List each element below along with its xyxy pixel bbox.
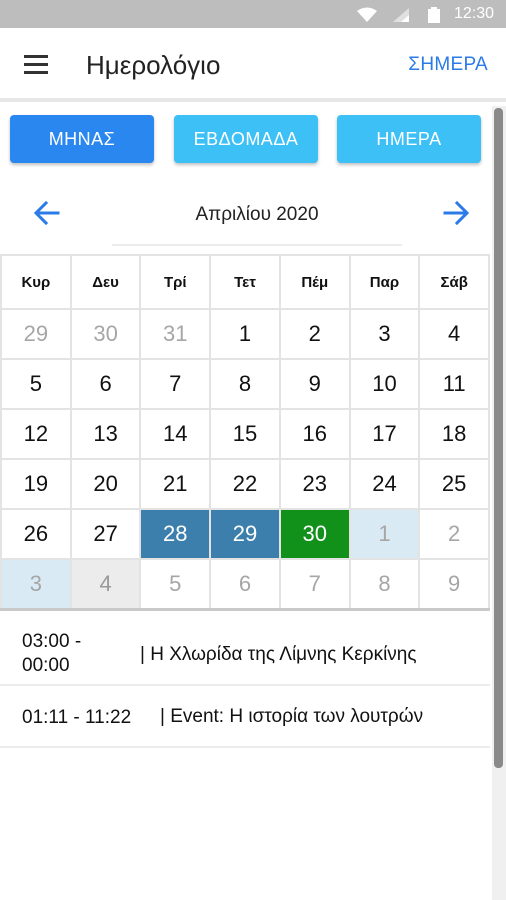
day-cell[interactable]: 31 [141, 310, 212, 360]
weekday-label: Δευ [71, 256, 142, 310]
day-cell[interactable]: 30 [71, 310, 142, 360]
day-cell[interactable]: 8 [211, 360, 281, 410]
day-cell[interactable]: 24 [350, 460, 421, 510]
month-view-button[interactable]: ΜΗΝΑΣ [10, 115, 154, 163]
week-row: 26 27 28 29 30 1 2 [2, 510, 491, 560]
day-cell[interactable]: 17 [350, 410, 421, 460]
signal-icon [393, 8, 409, 22]
day-cell[interactable]: 3 [2, 560, 72, 610]
event-item[interactable]: 01:11 - 11:22 | Event: Η ιστορία των λου… [0, 686, 490, 748]
weekday-label: Τρί [141, 256, 212, 310]
week-row: 12 13 14 15 16 17 18 [2, 410, 491, 460]
status-bar: 12:30 [0, 0, 506, 28]
month-label: Απριλίου 2020 [195, 204, 319, 225]
menu-icon[interactable] [22, 53, 52, 77]
event-time: 01:11 - 11:22 [22, 707, 132, 728]
weekday-label: Σάβ [420, 256, 491, 310]
day-cell[interactable]: 7 [280, 560, 351, 610]
day-view-button[interactable]: ΗΜΕΡΑ [337, 115, 481, 163]
arrow-right-icon[interactable] [441, 198, 471, 228]
weekday-label: Παρ [350, 256, 421, 310]
scrollbar[interactable] [492, 106, 506, 900]
week-row: 19 20 21 22 23 24 25 [2, 460, 491, 510]
week-row: 29 30 31 1 2 3 4 [2, 310, 491, 360]
battery-icon [428, 7, 440, 23]
weekday-label: Κυρ [2, 256, 72, 310]
day-cell[interactable]: 2 [420, 510, 491, 560]
day-cell[interactable]: 1 [211, 310, 281, 360]
day-cell[interactable]: 9 [420, 560, 491, 610]
event-time: 03:00 - 00:00 [22, 631, 82, 676]
day-cell[interactable]: 4 [420, 310, 491, 360]
month-navigation: Απριλίου 2020 [0, 190, 492, 248]
scrollbar-thumb[interactable] [494, 108, 503, 768]
day-cell[interactable]: 23 [280, 460, 351, 510]
day-cell[interactable]: 1 [350, 510, 421, 560]
clock: 12:30 [453, 5, 494, 22]
day-cell[interactable]: 2 [280, 310, 351, 360]
calendar-grid: Κυρ Δευ Τρί Τετ Πέμ Παρ Σάβ 29 30 31 1 2… [0, 254, 491, 610]
week-view-button[interactable]: ΕΒΔΟΜΑΔΑ [174, 115, 318, 163]
day-cell[interactable]: 14 [141, 410, 212, 460]
page-title: Ημερολόγιο [86, 50, 221, 80]
day-cell[interactable]: 27 [71, 510, 142, 560]
weekday-header: Κυρ Δευ Τρί Τετ Πέμ Παρ Σάβ [2, 256, 491, 310]
day-cell[interactable]: 8 [350, 560, 421, 610]
day-cell[interactable]: 9 [280, 360, 351, 410]
day-cell[interactable]: 19 [2, 460, 72, 510]
app-bar: Ημερολόγιο ΣΗΜΕΡΑ [0, 28, 506, 102]
week-row: 3 4 5 6 7 8 9 [2, 560, 491, 610]
day-cell[interactable]: 15 [211, 410, 281, 460]
day-cell[interactable]: 6 [71, 360, 142, 410]
event-title: | Η Χλωρίδα της Λίμνης Κερκίνης [140, 644, 417, 665]
day-cell-selected[interactable]: 29 [211, 510, 281, 560]
calendar-divider [0, 608, 490, 611]
day-cell[interactable]: 16 [280, 410, 351, 460]
arrow-left-icon[interactable] [32, 198, 62, 228]
day-cell[interactable]: 12 [2, 410, 72, 460]
day-cell-today[interactable]: 30 [280, 510, 351, 560]
day-cell[interactable]: 21 [141, 460, 212, 510]
week-row: 5 6 7 8 9 10 11 [2, 360, 491, 410]
day-cell[interactable]: 10 [350, 360, 421, 410]
day-cell[interactable]: 4 [71, 560, 142, 610]
day-cell[interactable]: 5 [2, 360, 72, 410]
day-cell-selected[interactable]: 28 [141, 510, 212, 560]
day-cell[interactable]: 7 [141, 360, 212, 410]
day-cell[interactable]: 26 [2, 510, 72, 560]
day-cell[interactable]: 3 [350, 310, 421, 360]
event-list: 03:00 - 00:00 | Η Χλωρίδα της Λίμνης Κερ… [0, 618, 490, 748]
day-cell[interactable]: 25 [420, 460, 491, 510]
weekday-label: Τετ [211, 256, 281, 310]
today-button[interactable]: ΣΗΜΕΡΑ [408, 54, 488, 76]
day-cell[interactable]: 13 [71, 410, 142, 460]
view-switcher: ΜΗΝΑΣ ΕΒΔΟΜΑΔΑ ΗΜΕΡΑ [0, 115, 492, 165]
event-title: | Event: Η ιστορία των λουτρών [160, 706, 424, 727]
day-cell[interactable]: 29 [2, 310, 72, 360]
day-cell[interactable]: 5 [141, 560, 212, 610]
event-item[interactable]: 03:00 - 00:00 | Η Χλωρίδα της Λίμνης Κερ… [0, 618, 490, 686]
weekday-label: Πέμ [280, 256, 351, 310]
day-cell[interactable]: 20 [71, 460, 142, 510]
month-divider [112, 244, 402, 246]
day-cell[interactable]: 18 [420, 410, 491, 460]
day-cell[interactable]: 6 [211, 560, 281, 610]
day-cell[interactable]: 22 [211, 460, 281, 510]
day-cell[interactable]: 11 [420, 360, 491, 410]
wifi-icon [357, 7, 377, 22]
